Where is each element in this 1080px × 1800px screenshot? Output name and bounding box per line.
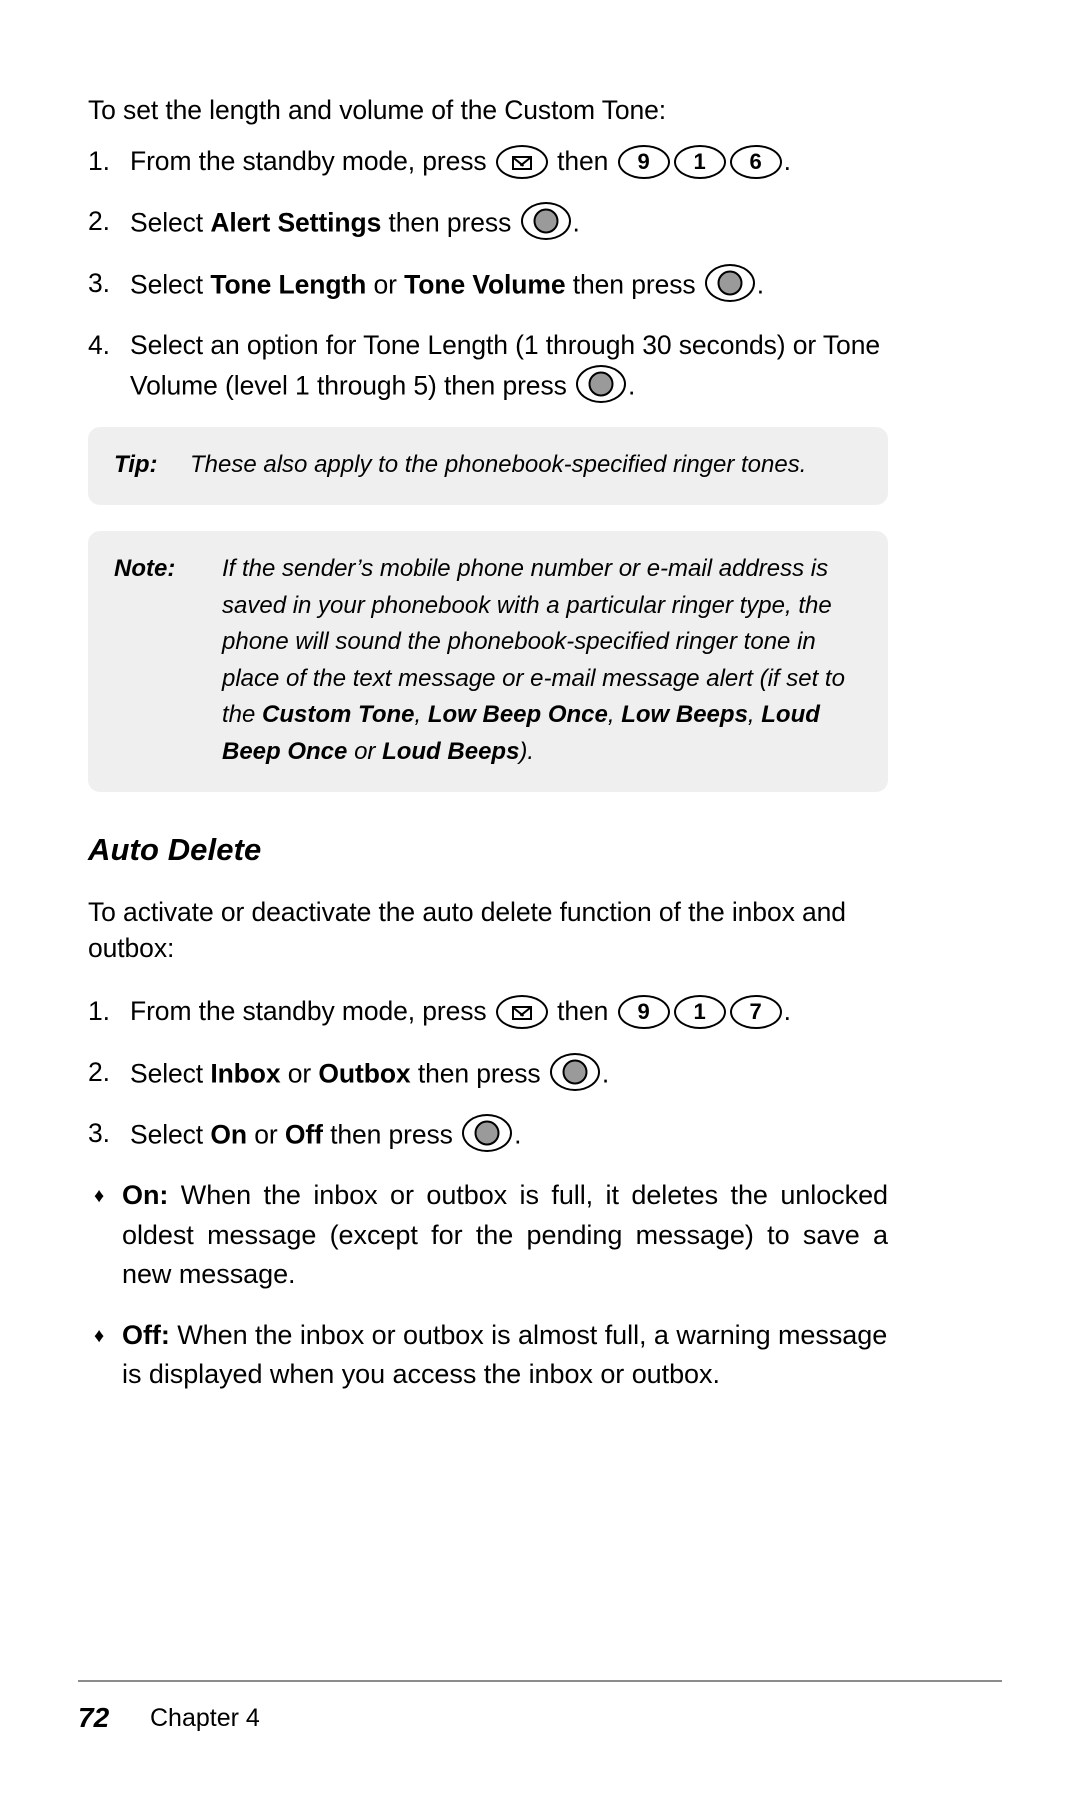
step-text-press: then press <box>388 207 512 238</box>
alert-type-low-beeps: Low Beeps <box>621 701 748 729</box>
auto-delete-intro: To activate or deactivate the auto delet… <box>88 897 846 964</box>
note-sep-2: , <box>607 701 615 729</box>
bullet-item-off: ♦ Off: When the inbox or outbox is almost… <box>88 1316 888 1394</box>
tip-text: These also apply to the phonebook-specif… <box>190 450 807 478</box>
footer-divider <box>78 1680 1002 1682</box>
alert-type-loud-beeps: Loud Beeps <box>382 737 520 765</box>
step-auto-delete-3: 3. Select On or Off then press . <box>88 1114 888 1154</box>
step-text: Select an option for Tone Length (1 thro… <box>130 330 880 401</box>
note-callout: Note: If the sender’s mobile phone numbe… <box>88 531 888 793</box>
alert-type-custom-tone: Custom Tone <box>262 701 415 729</box>
envelope-icon[interactable] <box>495 994 548 1029</box>
step-text-press: then press <box>572 269 696 300</box>
menu-item-inbox: Inbox <box>210 1058 281 1089</box>
page-content: To set the length and volume of the Cust… <box>88 92 888 1416</box>
step-custom-tone-4: 4. Select an option for Tone Length (1 th… <box>88 326 888 404</box>
step-period: . <box>783 146 791 177</box>
ok-select-icon[interactable] <box>549 1052 600 1091</box>
diamond-bullet-icon: ♦ <box>94 1324 105 1347</box>
step-period: . <box>783 996 791 1027</box>
key-9-icon[interactable]: 9 <box>617 144 670 179</box>
bullet-label-off: Off: <box>122 1319 170 1350</box>
step-number: 2. <box>88 206 110 237</box>
step-text: Select <box>130 1058 204 1089</box>
step-period: . <box>514 1119 522 1150</box>
step-text: Select <box>130 207 204 238</box>
step-text: From the standby mode, press <box>130 146 487 177</box>
ok-select-icon[interactable] <box>704 264 755 303</box>
step-number: 2. <box>88 1056 110 1087</box>
step-auto-delete-2: 2. Select Inbox or Outbox then press . <box>88 1052 888 1093</box>
step-custom-tone-2: 2. Select Alert Settings then press . <box>88 202 888 242</box>
step-text: From the standby mode, press <box>130 996 487 1027</box>
step-text-then: then <box>557 996 609 1027</box>
step-period: . <box>572 207 580 238</box>
custom-tone-intro: To set the length and volume of the Cust… <box>88 95 667 125</box>
diamond-bullet-icon: ♦ <box>94 1185 105 1208</box>
ok-select-icon[interactable] <box>462 1114 513 1153</box>
step-text: Select <box>130 1119 204 1150</box>
note-sep-3: , <box>747 701 755 729</box>
step-auto-delete-1: 1. From the standby mode, press then 917. <box>88 992 888 1030</box>
step-number: 3. <box>88 1118 110 1149</box>
step-custom-tone-1: 1. From the standby mode, press then 916. <box>88 142 888 180</box>
note-tail: ). <box>519 737 535 765</box>
key-1-icon[interactable]: 1 <box>673 994 726 1029</box>
section-heading-auto-delete: Auto Delete <box>88 832 262 868</box>
tip-callout: Tip: These also apply to the phonebook-s… <box>88 426 888 506</box>
bullet-label-on: On: <box>122 1180 169 1211</box>
menu-item-outbox: Outbox <box>318 1058 411 1089</box>
step-text-or: or <box>373 269 397 300</box>
step-number: 1. <box>88 996 110 1027</box>
note-text: If the sender’s mobile phone number or e… <box>222 551 862 770</box>
page-footer: 72 Chapter 4 <box>78 1680 1002 1800</box>
step-text-press: then press <box>417 1058 541 1089</box>
key-1-icon[interactable]: 1 <box>673 144 726 179</box>
menu-item-alert-settings: Alert Settings <box>210 207 382 238</box>
key-7-icon[interactable]: 7 <box>729 994 782 1029</box>
ok-select-icon[interactable] <box>520 202 571 241</box>
step-number: 3. <box>88 268 110 299</box>
note-label: Note: <box>114 555 176 583</box>
note-conjunction: or <box>354 737 376 765</box>
chapter-label: Chapter 4 <box>150 1704 260 1732</box>
note-sep-1: , <box>414 701 422 729</box>
step-text-press: then press <box>330 1119 453 1150</box>
key-6-icon[interactable]: 6 <box>729 144 782 179</box>
step-text-or: or <box>287 1058 312 1089</box>
bullet-text-off: When the inbox or outbox is almost full,… <box>122 1319 888 1389</box>
step-custom-tone-3: 3. Select Tone Length or Tone Volume then… <box>88 264 888 304</box>
menu-item-tone-length: Tone Length <box>210 269 367 300</box>
manual-page: To set the length and volume of the Cust… <box>0 0 1080 1800</box>
alert-type-low-beep-once: Low Beep Once <box>427 701 608 729</box>
step-text-or: or <box>254 1119 278 1150</box>
ok-select-icon[interactable] <box>576 364 627 403</box>
step-period: . <box>756 269 765 300</box>
step-text-then: then <box>557 146 609 177</box>
menu-item-tone-volume: Tone Volume <box>404 269 566 300</box>
menu-item-on: On <box>210 1119 247 1150</box>
step-text: Select <box>130 269 204 300</box>
step-period: . <box>601 1058 610 1089</box>
step-number: 4. <box>88 330 110 361</box>
page-number: 72 <box>78 1702 110 1733</box>
tip-label: Tip: <box>114 450 158 478</box>
key-9-icon[interactable]: 9 <box>617 994 670 1029</box>
envelope-icon[interactable] <box>495 144 548 179</box>
menu-item-off: Off <box>284 1119 323 1150</box>
step-period: . <box>628 370 636 401</box>
step-number: 1. <box>88 146 110 177</box>
bullet-item-on: ♦ On: When the inbox or outbox is full, i… <box>88 1176 888 1293</box>
bullet-text-on: When the inbox or outbox is full, it del… <box>122 1180 888 1289</box>
